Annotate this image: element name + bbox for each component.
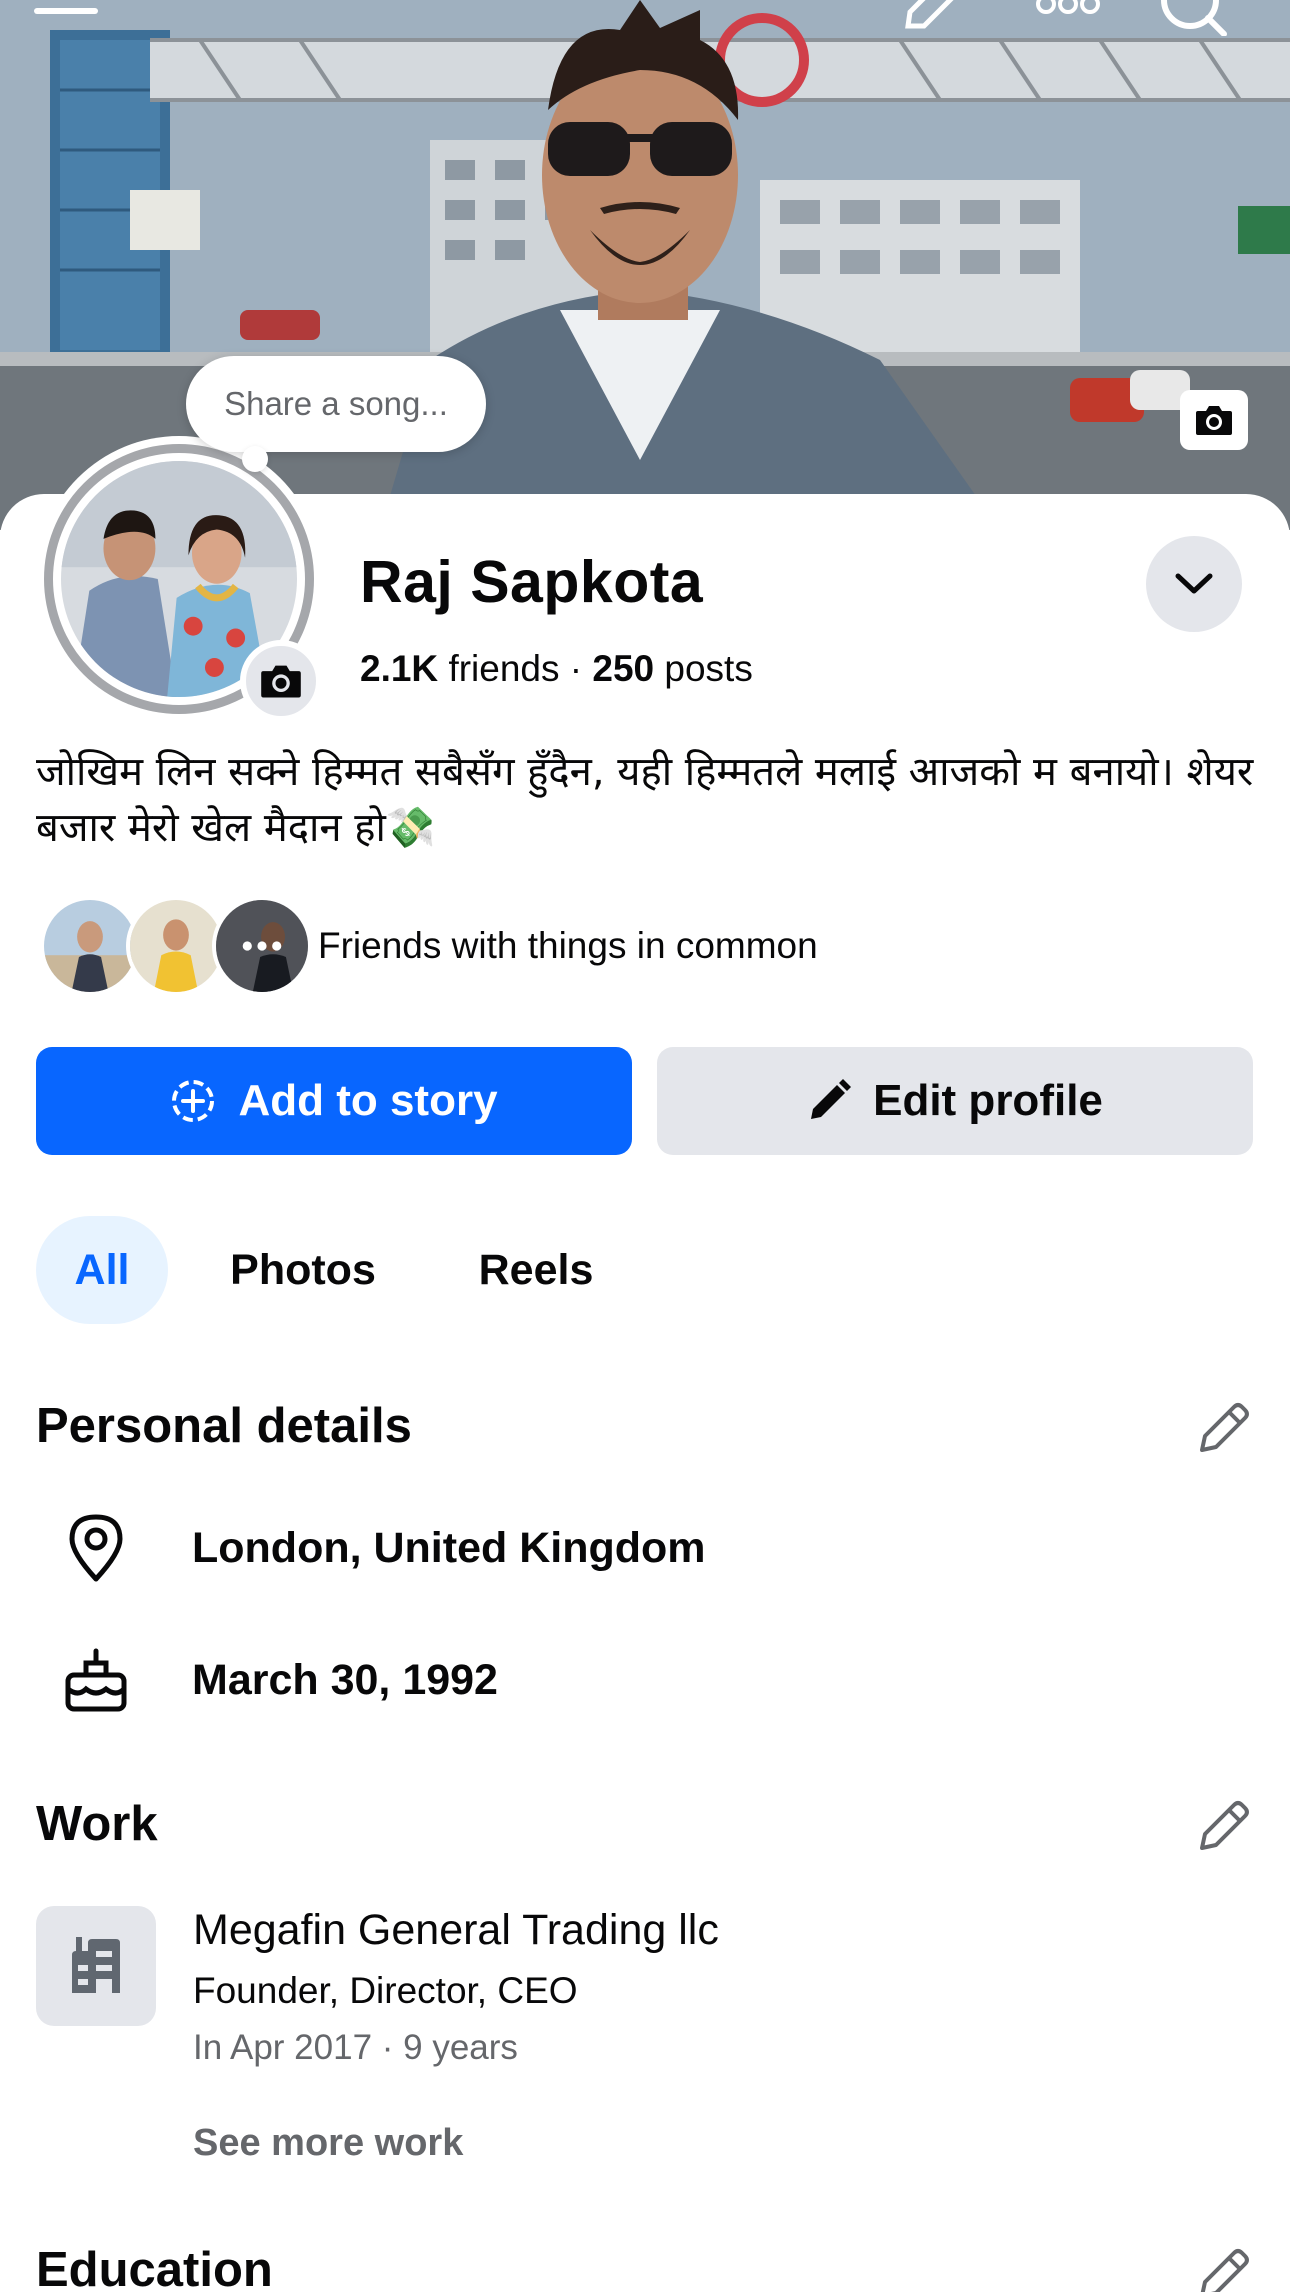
mutual-friend-avatar — [40, 896, 140, 996]
map-pin-icon — [69, 1514, 123, 1582]
stats-separator: · — [569, 648, 583, 689]
see-more-work-link[interactable]: See more work — [193, 2122, 463, 2165]
building-icon — [72, 1937, 120, 1993]
work-role: Founder, Director, CEO — [193, 1970, 578, 2011]
work-period: In Apr 2017 · 9 years — [193, 2028, 518, 2067]
posts-count: 250 — [592, 648, 655, 689]
edit-personal-details-icon[interactable] — [1196, 1400, 1252, 1456]
share-song-label: Share a song... — [224, 385, 448, 422]
work-company-name[interactable]: Megafin General Trading llc — [193, 1906, 719, 1955]
avatar-camera-button[interactable] — [240, 640, 322, 722]
add-story-icon — [172, 1080, 215, 1122]
search-icon[interactable] — [1160, 0, 1230, 36]
tab-all[interactable]: All — [36, 1216, 168, 1324]
pencil-icon — [811, 1079, 852, 1119]
tab-reels-label: Reels — [478, 1245, 594, 1294]
camera-icon — [1196, 406, 1232, 435]
profile-name: Raj Sapkota — [360, 549, 704, 615]
share-song-bubble[interactable]: Share a song... — [186, 356, 486, 472]
profile-dropdown-button[interactable] — [1146, 536, 1242, 632]
personal-details-title: Personal details — [36, 1399, 412, 1453]
tab-photos[interactable]: Photos — [210, 1216, 396, 1324]
location-row: London, United Kingdom — [36, 1498, 1236, 1598]
birthday-text: March 30, 1992 — [192, 1655, 498, 1704]
mutual-friend-avatar — [126, 896, 226, 996]
tab-reels[interactable]: Reels — [456, 1216, 616, 1324]
tab-photos-label: Photos — [230, 1245, 376, 1294]
add-to-story-label: Add to story — [238, 1076, 498, 1125]
edit-profile-button[interactable]: Edit profile — [657, 1047, 1253, 1155]
friends-count[interactable]: 2.1K — [360, 648, 438, 689]
cake-icon — [65, 1648, 127, 1712]
mutual-friends-row[interactable]: Friends with things in common — [40, 896, 818, 996]
work-title: Work — [36, 1797, 158, 1851]
friends-label[interactable]: friends — [448, 648, 559, 689]
edit-education-icon[interactable] — [1196, 2246, 1252, 2292]
profile-stats: 2.1K friends · 250 posts — [360, 648, 753, 690]
add-to-story-button[interactable]: Add to story — [36, 1047, 632, 1155]
mutual-friends-label: Friends with things in common — [318, 925, 818, 966]
posts-label: posts — [664, 648, 753, 689]
camera-icon — [261, 665, 301, 698]
birthday-row: March 30, 1992 — [36, 1630, 1236, 1730]
chevron-down-icon — [1175, 573, 1213, 594]
cover-camera-button[interactable] — [1180, 390, 1248, 450]
tab-all-label: All — [74, 1245, 130, 1294]
more-icon[interactable] — [1036, 0, 1100, 16]
profile-bio: जोखिम लिन सक्ने हिम्मत सबैसँग हुँदैन, यह… — [36, 749, 1254, 851]
education-title: Education — [36, 2243, 273, 2292]
location-text: London, United Kingdom — [192, 1523, 706, 1572]
mutual-friend-more-avatar — [212, 896, 312, 996]
pencil-icon[interactable] — [902, 0, 962, 30]
edit-work-icon[interactable] — [1196, 1798, 1252, 1854]
work-company-icon-box — [36, 1906, 156, 2026]
edit-profile-label: Edit profile — [873, 1076, 1103, 1125]
menu-icon[interactable] — [34, 0, 98, 30]
